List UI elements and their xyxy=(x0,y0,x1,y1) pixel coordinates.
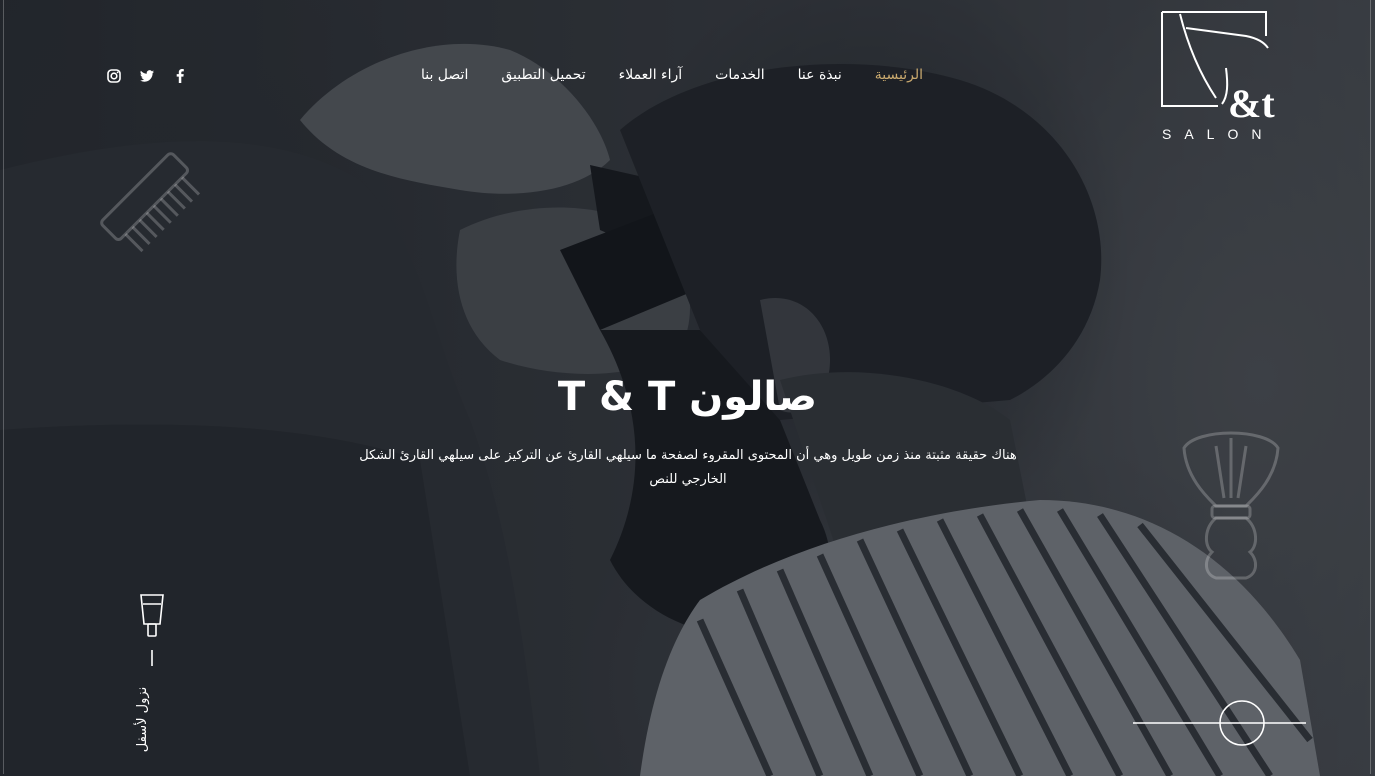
hero-title: صالون T & T xyxy=(557,374,818,420)
scroll-down-label[interactable]: نزول لأسفل xyxy=(135,687,150,752)
facebook-icon[interactable] xyxy=(172,68,188,84)
nav-item-home[interactable]: الرئيسية xyxy=(875,67,923,83)
nav-item-services[interactable]: الخدمات xyxy=(715,67,765,83)
instagram-icon[interactable] xyxy=(106,68,122,84)
nav-item-contact[interactable]: اتصل بنا xyxy=(421,67,468,83)
nav-item-download-app[interactable]: تحميل التطبيق xyxy=(501,67,585,83)
shaving-brush-decoration-icon xyxy=(1182,431,1280,580)
social-links xyxy=(106,68,188,84)
slider-control[interactable] xyxy=(1130,698,1310,750)
comb-decoration-icon xyxy=(100,152,201,253)
nav-item-about[interactable]: نبذة عنا xyxy=(798,67,842,83)
hero-subtitle: هناك حقيقة مثبتة منذ زمن طويل وهي أن الم… xyxy=(359,448,1017,487)
nav-item-testimonials[interactable]: آراء العملاء xyxy=(619,67,683,83)
main-nav: الرئيسية نبذة عنا الخدمات آراء العملاء ت… xyxy=(421,67,923,83)
twitter-icon[interactable] xyxy=(139,68,155,84)
logo-wordmark: SALON xyxy=(1162,126,1275,142)
logo-mark: &t xyxy=(1228,81,1275,126)
